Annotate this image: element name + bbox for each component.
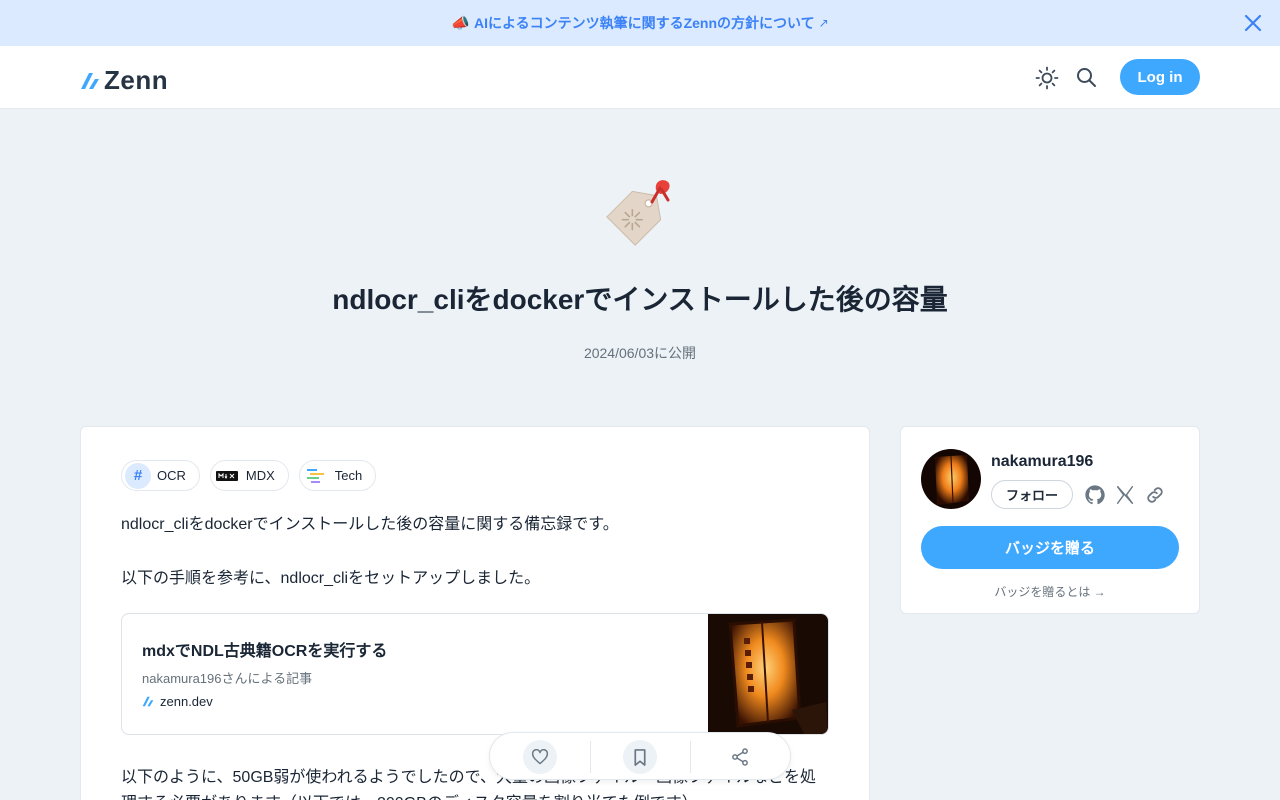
paragraph: ndlocr_cliをdockerでインストールした後の容量に関する備忘録です。 (121, 516, 619, 533)
mdx-icon (214, 463, 240, 489)
heart-icon (531, 749, 549, 765)
author-card: nakamura196 フォロー バッジを贈る バッジを贈るとは → (900, 426, 1200, 614)
announcement-bar: 📣 AIによるコンテンツ執筆に関するZennの方針について ↗ (0, 0, 1280, 46)
published-date: 2024/06/03に公開 (583, 345, 697, 361)
close-icon[interactable] (1242, 12, 1264, 34)
tag-tech[interactable]: Tech (298, 460, 377, 491)
badge-about-link[interactable]: バッジを贈るとは → (901, 583, 1199, 600)
arrow-right-icon: → (1093, 585, 1106, 599)
link-card[interactable]: mdxでNDL古典籍OCRを実行する nakamura196さんによる記事 ze… (121, 613, 829, 735)
lantern-thumbnail (708, 614, 828, 734)
topic-tags: # OCR MDX Tech (121, 460, 377, 491)
author-name[interactable]: nakamura196 (991, 453, 1093, 471)
sun-icon[interactable] (1035, 66, 1059, 90)
bookmark-icon (634, 748, 646, 766)
send-badge-button[interactable]: バッジを贈る (921, 526, 1179, 569)
floating-action-bar (489, 732, 791, 780)
tag-label: OCR (157, 468, 186, 483)
link-card-description: nakamura196さんによる記事 (142, 671, 313, 686)
divider (690, 741, 691, 773)
github-icon[interactable] (1084, 484, 1106, 506)
like-button[interactable] (523, 740, 557, 774)
x-twitter-icon[interactable] (1114, 484, 1136, 506)
tag-label: MDX (245, 468, 275, 483)
search-icon[interactable] (1075, 66, 1097, 88)
article-title: ndlocr_cliをdockerでインストールした後の容量 (332, 284, 948, 315)
megaphone-icon: 📣 (451, 15, 470, 32)
share-button[interactable] (723, 740, 757, 774)
hash-icon: # (125, 462, 151, 489)
site-header: Zenn Log in (0, 46, 1280, 109)
tag-mdx[interactable]: MDX (209, 460, 289, 491)
paragraph: 以下の手順を参考に、ndlocr_cliをセットアップしました。 (121, 570, 541, 587)
divider (590, 741, 591, 773)
tag-emoji-icon (606, 180, 670, 246)
link-card-site-label: zenn.dev (160, 694, 213, 709)
link-card-site: zenn.dev (142, 694, 213, 709)
tag-label: Tech (334, 468, 363, 483)
share-icon (732, 748, 748, 766)
zenn-logo[interactable]: Zenn (80, 65, 168, 96)
logo-text: Zenn (104, 65, 169, 95)
tag-ocr[interactable]: # OCR (121, 460, 200, 491)
external-link-icon: ↗ (818, 16, 829, 30)
link-icon[interactable] (1144, 484, 1166, 506)
badge-about-label: バッジを贈るとは (994, 585, 1091, 599)
bookmark-button[interactable] (623, 740, 657, 774)
announcement-link[interactable]: AIによるコンテンツ執筆に関するZennの方針について (474, 13, 815, 33)
zenn-logo-icon (81, 72, 99, 89)
follow-button[interactable]: フォロー (991, 480, 1073, 509)
avatar[interactable] (921, 449, 981, 509)
link-card-title: mdxでNDL古典籍OCRを実行する (142, 643, 388, 660)
tech-icon (303, 463, 329, 489)
zenn-favicon-icon (142, 696, 154, 707)
login-button[interactable]: Log in (1120, 59, 1200, 95)
